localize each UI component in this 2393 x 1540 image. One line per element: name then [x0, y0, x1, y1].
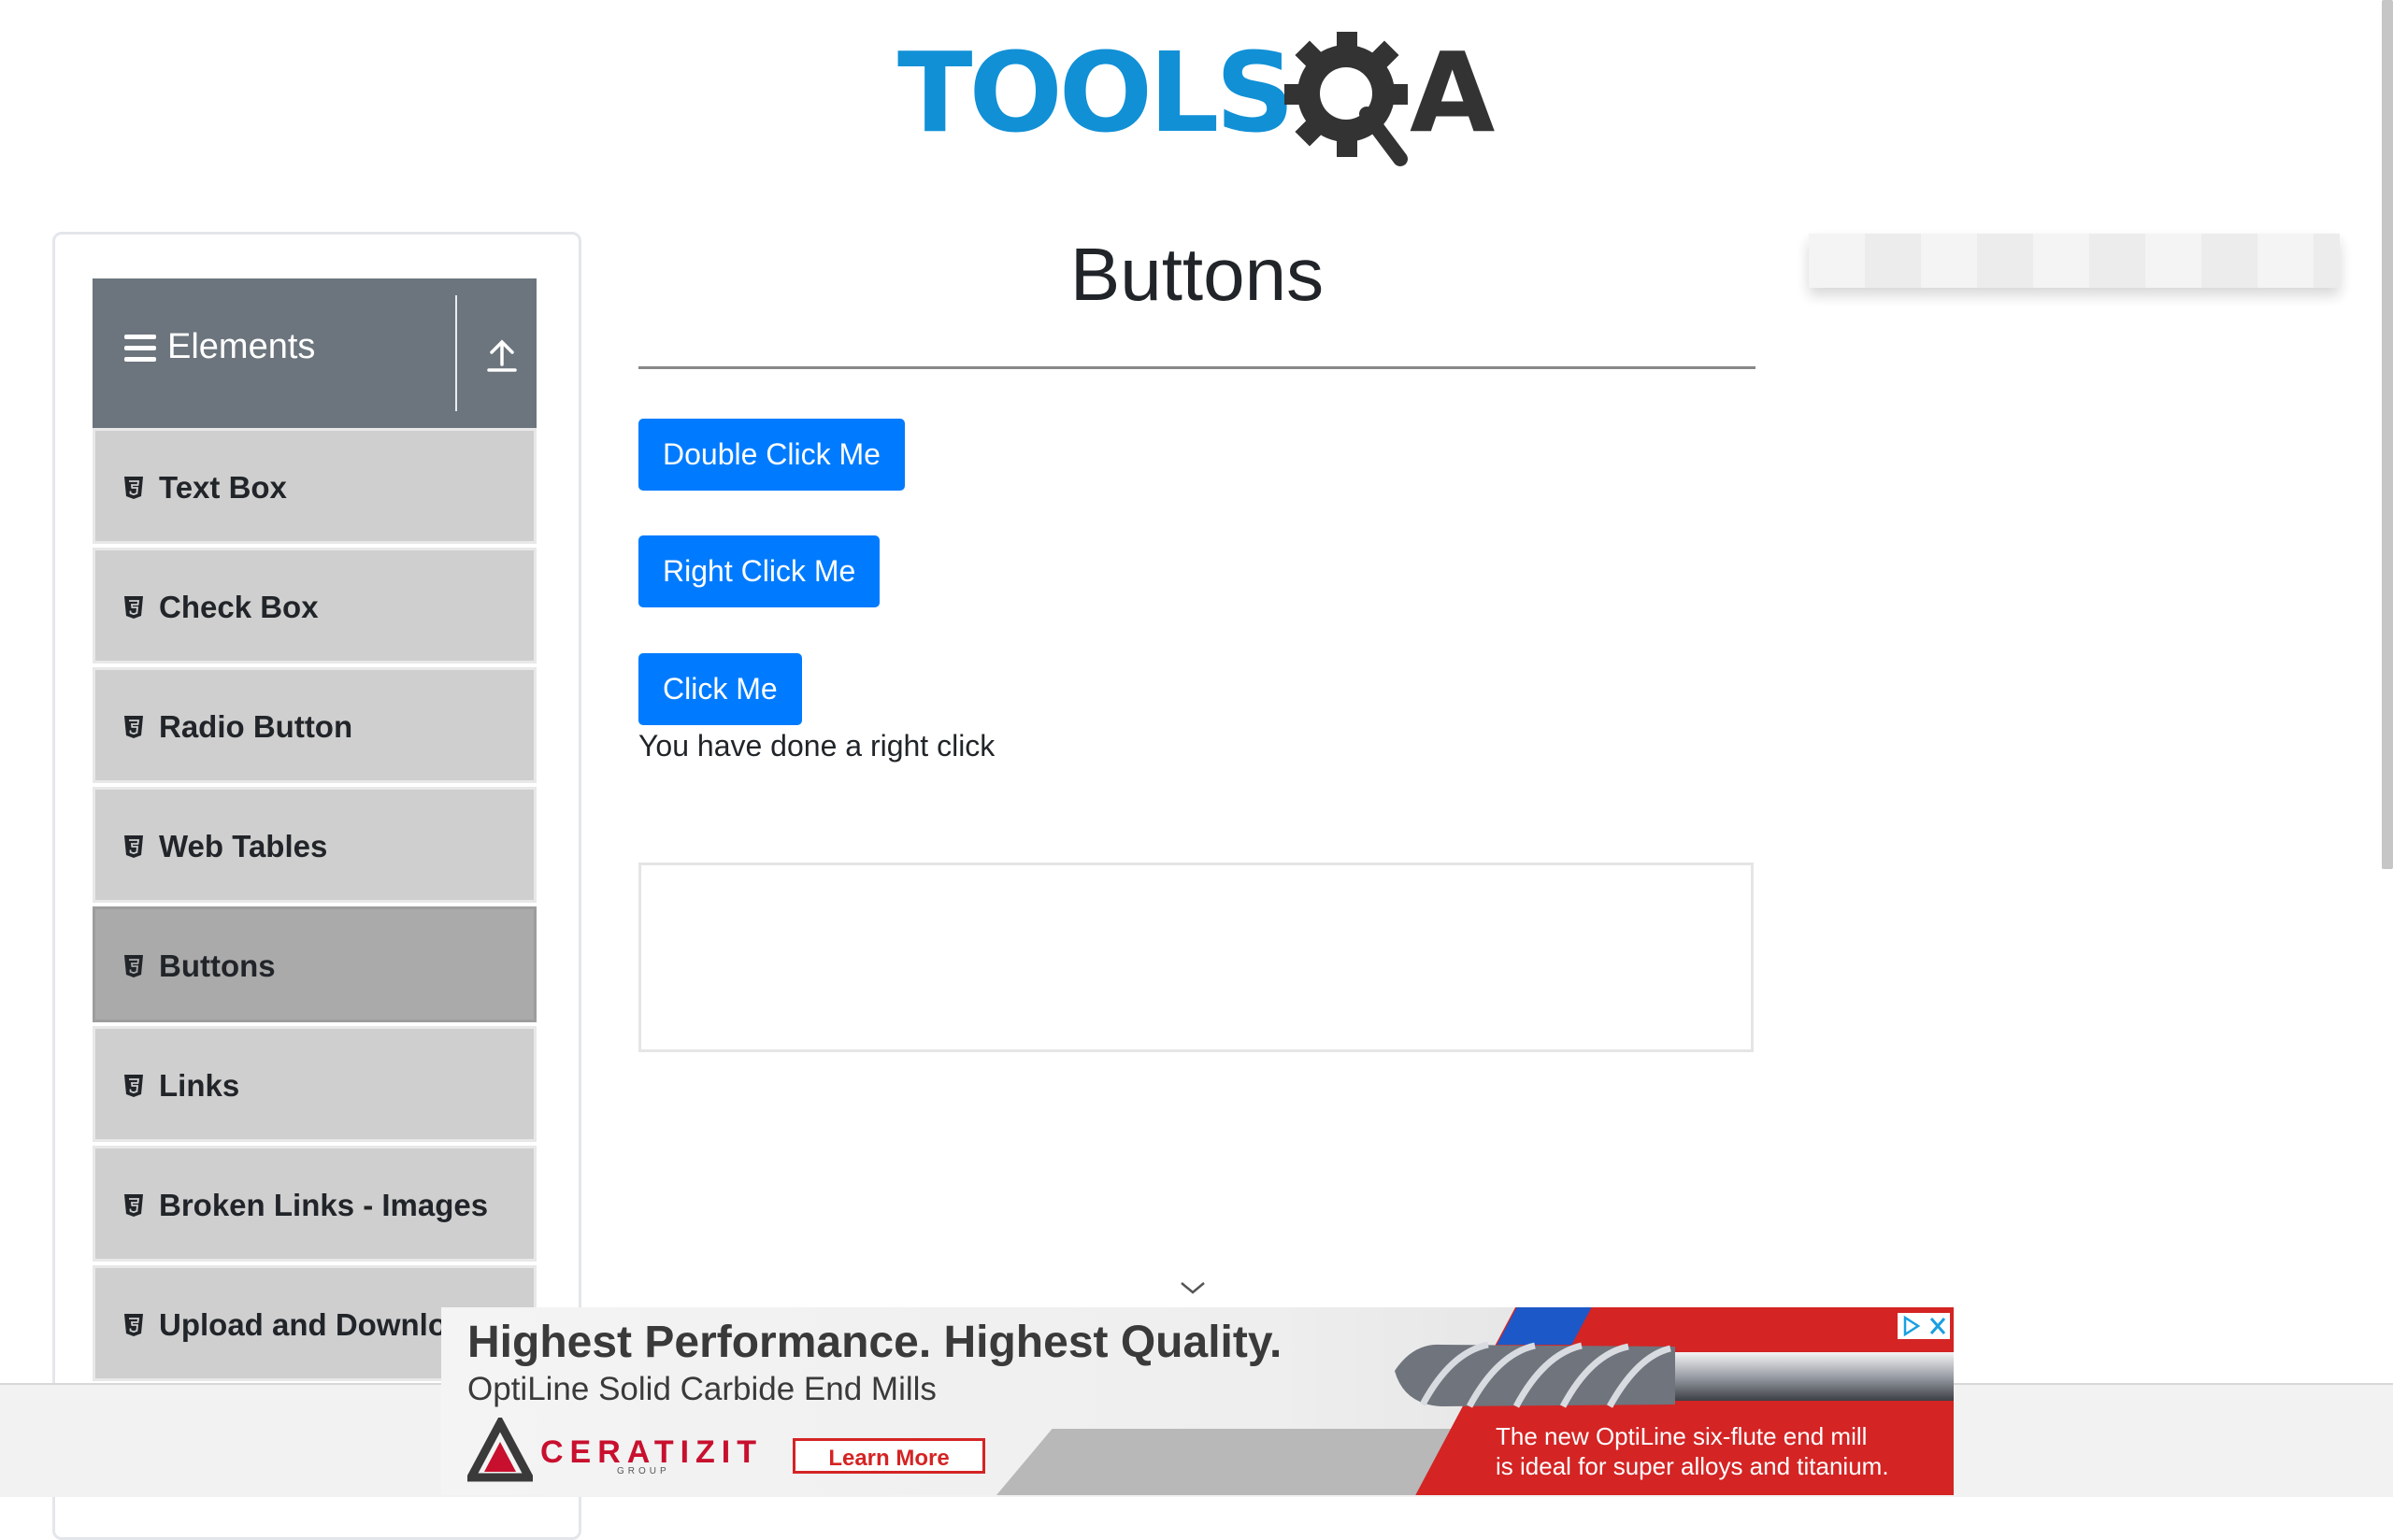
end-mill-tool-image [1395, 1341, 1954, 1408]
html5-icon [124, 1314, 143, 1336]
title-divider [638, 366, 1755, 369]
sidebar-item-label: Web Tables [159, 829, 328, 863]
bottom-ad-banner[interactable]: Highest Performance. Highest Quality. Op… [441, 1307, 1954, 1495]
sidebar-item-check-box[interactable]: Check Box [93, 548, 537, 663]
ad-headline: Highest Performance. Highest Quality. [467, 1318, 1282, 1367]
sidebar-item-label: Radio Button [159, 709, 353, 744]
html5-icon [124, 1075, 143, 1097]
sidebar-item-label: Links [159, 1068, 240, 1103]
ad-tagline-line1: The new OptiLine six-flute end mill [1496, 1422, 1868, 1450]
html5-icon [124, 596, 143, 619]
sidebar-item-radio-button[interactable]: Radio Button [93, 667, 537, 783]
learn-more-button[interactable]: Learn More [793, 1438, 985, 1474]
collapse-arrow-icon[interactable] [485, 336, 519, 374]
ad-subheadline: OptiLine Solid Carbide End Mills [467, 1371, 937, 1407]
sidebar-item-text-box[interactable]: Text Box [93, 428, 537, 544]
html5-icon [124, 477, 143, 499]
right-click-button[interactable]: Right Click Me [638, 535, 881, 607]
sidebar-item-label: Buttons [159, 948, 276, 983]
html5-icon [124, 955, 143, 977]
sidebar-item-links[interactable]: Links [93, 1026, 537, 1142]
toolsqa-logo[interactable]: TOOLS A [897, 26, 1505, 176]
sidebar-item-buttons[interactable]: Buttons [93, 906, 537, 1022]
html5-icon [124, 835, 143, 858]
sidebar-item-web-tables[interactable]: Web Tables [93, 787, 537, 903]
logo-text-tools: TOOLS [897, 28, 1295, 157]
ad-placeholder-box [638, 863, 1754, 1052]
html5-icon [124, 716, 143, 738]
page-title: Buttons [1069, 233, 1325, 316]
html5-icon [124, 1194, 143, 1217]
click-me-button[interactable]: Click Me [638, 653, 802, 725]
ad-tagline: The new OptiLine six-flute end mill is i… [1496, 1421, 1889, 1481]
sidebar-item-label: Check Box [159, 590, 319, 624]
sidebar-item-broken-links[interactable]: Broken Links - Images [93, 1146, 537, 1262]
header-divider [455, 295, 457, 411]
chevron-down-icon[interactable] [1180, 1278, 1206, 1297]
sidebar-item-label: Text Box [159, 470, 287, 505]
triangle-logo-icon [467, 1418, 533, 1482]
logo-text-a: A [1410, 28, 1496, 157]
sidebar-item-label: Upload and Download [159, 1307, 483, 1342]
page-scrollbar[interactable] [2382, 0, 2393, 869]
double-click-button[interactable]: Double Click Me [638, 419, 905, 491]
ad-banner-top-right[interactable] [1809, 234, 2340, 288]
ad-tagline-line2: is ideal for super alloys and titanium. [1496, 1452, 1889, 1480]
right-click-result-message: You have done a right click [638, 729, 996, 763]
ad-choices-close-icon[interactable] [1898, 1313, 1950, 1339]
group-title: Elements [167, 327, 316, 366]
elements-group-header[interactable]: Elements [93, 278, 537, 428]
ceratizit-logo: CERATIZIT GROUP [467, 1418, 756, 1483]
sidebar-item-label: Broken Links - Images [159, 1188, 489, 1222]
gear-search-icon [1284, 32, 1408, 166]
menu-icon [124, 335, 156, 364]
ad-brand-group: GROUP [617, 1466, 670, 1476]
